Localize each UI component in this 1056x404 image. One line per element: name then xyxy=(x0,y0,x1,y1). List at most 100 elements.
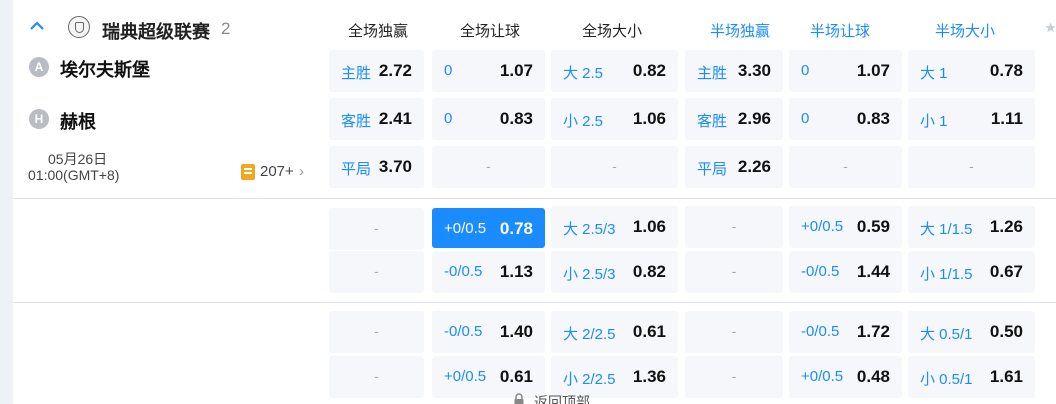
chevron-up-icon[interactable] xyxy=(29,18,45,34)
odds-label: -0/0.5 xyxy=(801,323,840,340)
odds-cell-full-total[interactable]: 大 2.5 0.82 xyxy=(551,50,678,92)
odds-cell-half-handicap[interactable]: +0/0.5 0.48 xyxy=(789,356,902,398)
col-header-full-total: 全场大小 xyxy=(581,23,642,40)
odds-cell-empty: - xyxy=(329,208,424,250)
empty-dash: - xyxy=(612,158,617,174)
odds-label: 大 1/1.5 xyxy=(920,221,973,238)
odds-cell-empty: - xyxy=(329,356,424,398)
odds-cell-half-total[interactable]: 小 1 1.11 xyxy=(908,98,1035,140)
odds-cell-full-handicap[interactable]: +0/0.5 0.61 xyxy=(432,356,545,398)
odds-cell-empty: - xyxy=(329,311,424,353)
empty-dash: - xyxy=(374,220,379,236)
odds-value: 3.30 xyxy=(737,61,771,80)
odds-cell-full-win[interactable]: 客胜 2.41 xyxy=(329,98,424,140)
home-team-name[interactable]: 赫根 xyxy=(60,108,96,134)
empty-dash: - xyxy=(486,158,491,174)
odds-cell-full-handicap[interactable]: -0/0.5 1.13 xyxy=(432,251,545,293)
odds-value: 1.11 xyxy=(990,109,1023,128)
odds-value: 1.13 xyxy=(499,262,533,281)
odds-value: 1.36 xyxy=(632,367,666,386)
empty-dash: - xyxy=(374,368,379,384)
odds-label: 主胜 xyxy=(697,65,728,82)
odds-cell-full-win[interactable]: 主胜 2.72 xyxy=(329,50,424,92)
odds-cell-half-handicap[interactable]: -0/0.5 1.44 xyxy=(789,251,902,293)
more-bets-icon xyxy=(241,164,255,180)
odds-cell-full-draw[interactable]: 平局 3.70 xyxy=(329,146,424,188)
odds-label: 小 2.5 xyxy=(563,113,604,130)
back-to-top-label: 返回顶部 xyxy=(534,394,590,404)
odds-cell-empty: - xyxy=(685,251,783,293)
away-team-badge: A xyxy=(29,57,49,77)
odds-cell-full-total[interactable]: 小 2.5/3 0.82 xyxy=(551,251,678,293)
odds-value: 0.61 xyxy=(499,367,533,386)
odds-cell-half-handicap[interactable]: +0/0.5 0.59 xyxy=(789,206,902,248)
odds-label: 0 xyxy=(801,110,810,127)
odds-value: 0.78 xyxy=(499,219,533,238)
odds-cell-full-handicap[interactable]: 0 0.83 xyxy=(432,98,545,140)
odds-value: 0.48 xyxy=(856,367,890,386)
odds-value: 2.96 xyxy=(737,109,771,128)
odds-label: +0/0.5 xyxy=(444,220,487,237)
match-panel: 瑞典超级联赛 2 全场独赢 全场让球 全场大小 半场独赢 半场让球 半场大小 A… xyxy=(13,0,1056,404)
odds-label: 小 2/2.5 xyxy=(563,371,616,388)
odds-cell-empty: - xyxy=(789,146,902,188)
odds-cell-empty: - xyxy=(908,146,1035,188)
empty-dash: - xyxy=(843,158,848,174)
odds-label: 小 1 xyxy=(920,113,948,130)
odds-value: 0.67 xyxy=(989,262,1023,281)
odds-cell-half-draw[interactable]: 平局 2.26 xyxy=(685,146,783,188)
odds-cell-empty: - xyxy=(685,206,783,248)
odds-label: 客胜 xyxy=(697,113,728,130)
market-divider xyxy=(13,302,1056,303)
odds-cell-half-total[interactable]: 小 0.5/1 1.61 xyxy=(908,356,1035,398)
odds-label: 主胜 xyxy=(341,65,372,82)
odds-label: 大 2/2.5 xyxy=(563,326,616,343)
more-bets-count: 207+ xyxy=(260,163,294,180)
chevron-right-icon: › xyxy=(299,163,304,180)
odds-cell-full-handicap-selected[interactable]: +0/0.5 0.78 xyxy=(432,208,545,248)
odds-value: 0.82 xyxy=(632,262,666,281)
odds-value: 3.70 xyxy=(378,157,412,176)
odds-cell-full-handicap[interactable]: -0/0.5 1.40 xyxy=(432,311,545,353)
match-time: 01:00(GMT+8) xyxy=(28,167,120,183)
odds-cell-half-total[interactable]: 大 1/1.5 1.26 xyxy=(908,206,1035,248)
league-header: 瑞典超级联赛 2 全场独赢 全场让球 全场大小 半场独赢 半场让球 半场大小 xyxy=(13,0,1056,48)
odds-value: 1.26 xyxy=(989,217,1023,236)
col-header-full-handicap: 全场让球 xyxy=(459,23,520,40)
away-team-name[interactable]: 埃尔夫斯堡 xyxy=(60,56,150,82)
odds-cell-half-total[interactable]: 大 1 0.78 xyxy=(908,50,1035,92)
odds-cell-half-handicap[interactable]: -0/0.5 1.72 xyxy=(789,311,902,353)
odds-cell-half-win[interactable]: 主胜 3.30 xyxy=(685,50,783,92)
odds-label: 平局 xyxy=(697,161,728,178)
odds-cell-half-win[interactable]: 客胜 2.96 xyxy=(685,98,783,140)
empty-dash: - xyxy=(731,263,737,279)
odds-cell-half-total[interactable]: 小 1/1.5 0.67 xyxy=(908,251,1035,293)
odds-cell-empty: - xyxy=(551,146,678,188)
empty-dash: - xyxy=(731,368,737,384)
odds-label: 0 xyxy=(444,110,453,127)
odds-value: 1.07 xyxy=(856,61,890,80)
league-emblem-icon xyxy=(68,16,90,38)
odds-label: 客胜 xyxy=(341,113,372,130)
odds-cell-full-total[interactable]: 大 2/2.5 0.61 xyxy=(551,311,678,353)
odds-cell-half-handicap[interactable]: 0 0.83 xyxy=(789,98,902,140)
odds-value: 1.44 xyxy=(856,262,890,281)
odds-cell-half-handicap[interactable]: 0 1.07 xyxy=(789,50,902,92)
star-icon[interactable] xyxy=(1045,22,1056,33)
league-match-count: 2 xyxy=(221,19,231,38)
league-name: 瑞典超级联赛 xyxy=(102,22,210,42)
odds-value: 0.59 xyxy=(856,217,890,236)
odds-value: 0.61 xyxy=(632,322,666,341)
odds-cell-full-handicap[interactable]: 0 1.07 xyxy=(432,50,545,92)
odds-value: 1.61 xyxy=(989,367,1023,386)
odds-label: +0/0.5 xyxy=(801,368,844,385)
odds-cell-full-total[interactable]: 大 2.5/3 1.06 xyxy=(551,206,678,248)
col-header-half-handicap: 半场让球 xyxy=(809,23,870,40)
odds-label: 大 2.5 xyxy=(563,65,604,82)
odds-cell-half-total[interactable]: 大 0.5/1 0.50 xyxy=(908,311,1035,353)
odds-label: -0/0.5 xyxy=(801,263,840,280)
odds-value: 0.78 xyxy=(989,61,1023,80)
odds-label: 大 0.5/1 xyxy=(920,326,973,343)
odds-cell-full-total[interactable]: 小 2.5 1.06 xyxy=(551,98,678,140)
odds-label: 小 0.5/1 xyxy=(920,371,973,388)
